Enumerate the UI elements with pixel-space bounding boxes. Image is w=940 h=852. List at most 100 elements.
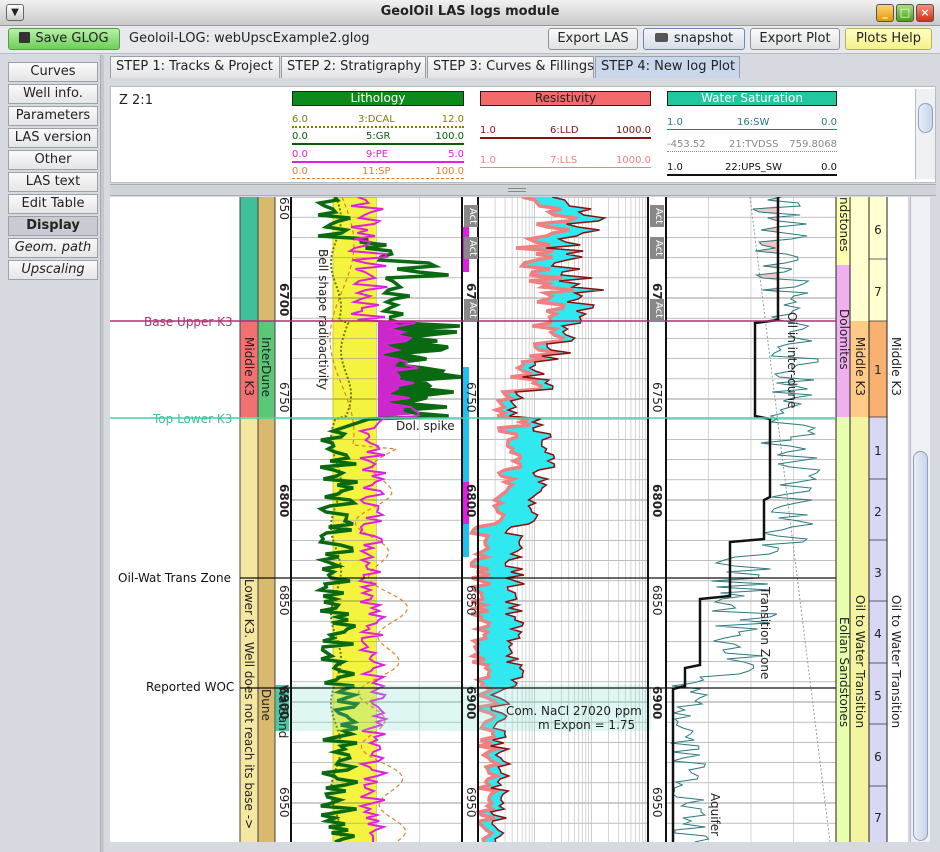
snapshot-button[interactable]: snapshot xyxy=(643,28,745,50)
curve-min: 1.0 xyxy=(667,162,683,173)
layer-number: 1 xyxy=(874,444,882,458)
curve-max: 12.0 xyxy=(441,114,464,125)
depth-label-6700: 6700 xyxy=(277,283,291,317)
panel-splitter[interactable] xyxy=(110,184,936,196)
zone-label-sandstones: ndstones xyxy=(837,197,851,252)
splitter-grip xyxy=(508,188,526,192)
track-title-resistivity: Resistivity xyxy=(480,91,651,106)
plot-scrollbar[interactable] xyxy=(910,197,930,842)
curve-header-sp[interactable]: 0.0 11:SP 100.0 xyxy=(292,166,464,179)
title-bar: ▼ GeolOil LAS logs module _ □ × xyxy=(0,0,940,26)
tab-step-1[interactable]: STEP 1: Tracks & Project xyxy=(110,56,280,78)
curve-header-tvdss[interactable]: -453.52 21:TVDSS 759.8068 xyxy=(667,139,837,152)
sidebar-item-well-info[interactable]: Well info. xyxy=(8,84,98,104)
sidebar-item-geom-path[interactable]: Geom. path xyxy=(8,238,98,258)
curve-min: -453.52 xyxy=(667,139,706,150)
curve-line xyxy=(292,178,464,179)
curve-header-lls[interactable]: 1.0 7:LLS 1000.0 xyxy=(480,155,651,168)
depth-label-right-6800: 6800 xyxy=(650,484,664,518)
depth-label-mid-6800: 6800 xyxy=(464,484,478,518)
layer-number: 6 xyxy=(874,750,882,764)
track-title-water-saturation: Water Saturation xyxy=(667,91,837,106)
camera-icon xyxy=(654,33,668,42)
curve-max: 100.0 xyxy=(435,166,464,177)
save-glog-button[interactable]: Save GLOG xyxy=(8,28,120,50)
depth-label-right-6850: 6850 xyxy=(650,585,664,616)
curve-line xyxy=(292,126,464,128)
curve-min: 1.0 xyxy=(667,117,683,128)
sw-curve xyxy=(670,197,821,842)
zone-label-middle-k3-right: Middle K3 xyxy=(853,337,867,396)
annotation-oil-inter-dune: Oil in inter-dune xyxy=(785,312,799,409)
header-scrollbar[interactable] xyxy=(915,89,935,179)
zone-label-oil-water-far: Oil to Water Transition xyxy=(889,595,903,729)
depth-label-6950: 6950 xyxy=(277,787,291,818)
tab-step-3[interactable]: STEP 3: Curves & Fillings xyxy=(427,56,594,78)
depth-label-6850: 6850 xyxy=(277,585,291,616)
marker-label-reported-woc: Reported WOC xyxy=(146,680,235,694)
depth-label-right-6750: 6750 xyxy=(650,382,664,413)
tab-step-4[interactable]: STEP 4: New log Plot xyxy=(595,56,740,78)
maximize-icon[interactable]: □ xyxy=(896,4,914,22)
log-plot-canvas xyxy=(110,197,888,842)
annotation-nacl: Com. NaCl 27020 ppm xyxy=(506,704,642,718)
curve-name: 11:SP xyxy=(362,166,391,177)
curve-max: 1000.0 xyxy=(616,155,651,166)
minimize-icon[interactable]: _ xyxy=(876,4,894,22)
sidebar-item-curves[interactable]: Curves xyxy=(8,62,98,82)
curve-line xyxy=(667,151,837,152)
curve-name: 22:UPS_SW xyxy=(725,162,783,173)
curve-line xyxy=(480,167,651,168)
zone-label-dune: Dune xyxy=(259,689,273,721)
curve-header-sw[interactable]: 1.0 16:SW 0.0 xyxy=(667,117,837,130)
curve-header-gr[interactable]: 0.0 5:GR 100.0 xyxy=(292,131,464,145)
curve-name: 5:GR xyxy=(366,131,391,142)
curve-min: 0.0 xyxy=(292,149,308,160)
curve-max: 100.0 xyxy=(435,131,464,142)
zone-label-interdune: InterDune xyxy=(259,337,273,397)
act-label-2: Act xyxy=(464,237,478,259)
sidebar-divider[interactable] xyxy=(100,55,104,852)
curve-name: 16:SW xyxy=(737,117,770,128)
curve-header-lld[interactable]: 1.0 6:LLD 1000.0 xyxy=(480,125,651,139)
plot-scrollbar-thumb[interactable] xyxy=(913,451,928,841)
track-header-panel: Z 2:1 Lithology 6.0 3:DCAL 12.0 0.0 5:GR… xyxy=(110,86,936,183)
curve-min: 0.0 xyxy=(292,131,308,142)
sidebar-item-las-version[interactable]: LAS version xyxy=(8,128,98,148)
sidebar-item-upscaling[interactable]: Upscaling xyxy=(8,260,98,280)
sidebar: Curves Well info. Parameters LAS version… xyxy=(8,62,98,282)
sidebar-item-display[interactable]: Display xyxy=(8,216,98,236)
export-las-button[interactable]: Export LAS xyxy=(548,28,638,50)
act-label-3: Act xyxy=(464,299,478,321)
curve-max: 759.8068 xyxy=(789,139,837,150)
zone-label-lower-k3: Lower K3. Well does not reach its base -… xyxy=(242,579,256,830)
curve-line xyxy=(292,161,464,163)
layer-number: 1 xyxy=(874,363,882,377)
curve-header-dcal[interactable]: 6.0 3:DCAL 12.0 xyxy=(292,114,464,128)
curve-name: 9:PE xyxy=(366,149,389,160)
curve-name: 7:LLS xyxy=(550,155,578,166)
sidebar-item-parameters[interactable]: Parameters xyxy=(8,106,98,126)
header-scrollbar-thumb[interactable] xyxy=(918,103,933,133)
export-plot-button[interactable]: Export Plot xyxy=(750,28,840,50)
annotation-dol-spike: Dol. spike xyxy=(396,419,455,433)
close-icon[interactable]: × xyxy=(916,4,934,22)
strat-upper-sub-block xyxy=(258,197,275,321)
zone-upper-column xyxy=(850,197,869,321)
annotation-bell-shape: Bell shape radioactivity xyxy=(316,249,330,390)
curve-max: 0.0 xyxy=(821,117,837,128)
depth-label-top: 650 xyxy=(277,197,291,220)
curve-header-pe[interactable]: 0.0 9:PE 5.0 xyxy=(292,149,464,163)
sidebar-item-edit-table[interactable]: Edit Table xyxy=(8,194,98,214)
depth-label-right-6950: 6950 xyxy=(650,787,664,818)
sidebar-item-other[interactable]: Other xyxy=(8,150,98,170)
curve-header-ups-sw[interactable]: 1.0 22:UPS_SW 0.0 xyxy=(667,162,837,176)
tab-step-2[interactable]: STEP 2: Stratigraphy xyxy=(281,56,426,78)
sidebar-item-las-text[interactable]: LAS text xyxy=(8,172,98,192)
act-label-1: Act xyxy=(464,205,478,227)
scale-label: Z 2:1 xyxy=(119,93,153,108)
zone-label-dolomites: Dolomites xyxy=(837,309,851,370)
plots-help-button[interactable]: Plots Help xyxy=(845,28,932,50)
act-label-right-1: Act xyxy=(650,205,664,227)
curve-max: 0.0 xyxy=(821,162,837,173)
